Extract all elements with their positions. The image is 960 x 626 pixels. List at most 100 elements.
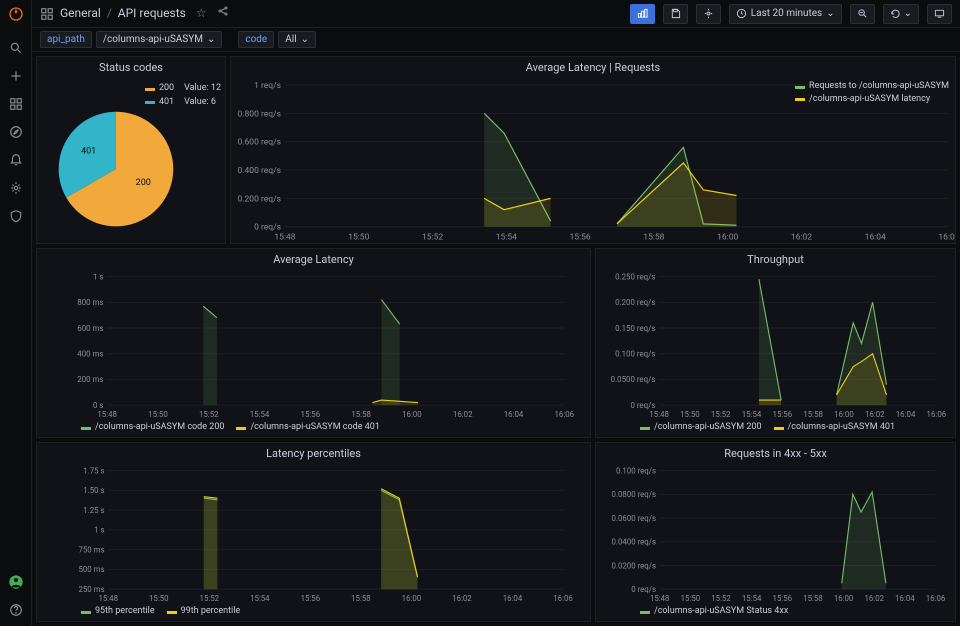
svg-text:0.0400 req/s: 0.0400 req/s (612, 538, 656, 547)
svg-text:200: 200 (136, 178, 151, 188)
dashboards-icon[interactable] (8, 96, 24, 112)
panel-title: Requests in 4xx - 5xx (596, 443, 955, 465)
page-title[interactable]: API requests (118, 6, 186, 22)
svg-text:250 ms: 250 ms (79, 585, 105, 594)
line-chart[interactable]: 0 s200 ms400 ms600 ms800 ms1 s15:4815:50… (37, 271, 590, 420)
panel-title: Average Latency (37, 249, 590, 271)
svg-text:15:52: 15:52 (422, 233, 443, 243)
svg-text:15:58: 15:58 (351, 595, 371, 604)
avatar[interactable] (8, 574, 24, 590)
legend: /columns-api-uSASYM Status 4xx (596, 604, 955, 621)
svg-text:0.100 req/s: 0.100 req/s (616, 467, 656, 476)
svg-text:15:56: 15:56 (301, 411, 321, 420)
svg-text:1 s: 1 s (94, 526, 104, 535)
svg-text:15:52: 15:52 (200, 595, 220, 604)
svg-text:0.600 req/s: 0.600 req/s (238, 138, 282, 148)
svg-text:1.75 s: 1.75 s (83, 467, 104, 476)
breadcrumb: General / API requests ☆ (40, 5, 229, 22)
tv-mode-button[interactable] (927, 4, 952, 24)
line-chart[interactable]: 0 req/s 0.0200 req/s 0.0400 req/s 0.0600 re… (596, 465, 955, 604)
svg-text:0.150 req/s: 0.150 req/s (615, 324, 655, 333)
svg-text:0.0200 req/s: 0.0200 req/s (612, 562, 656, 571)
svg-text:600 ms: 600 ms (77, 324, 103, 333)
svg-text:15:48: 15:48 (274, 233, 295, 243)
svg-text:15:56: 15:56 (773, 411, 793, 420)
svg-text:0 req/s: 0 req/s (631, 585, 656, 594)
svg-text:15:52: 15:52 (711, 411, 731, 420)
panel-title: Status codes (37, 57, 225, 79)
svg-text:1 s: 1 s (93, 273, 103, 282)
svg-text:0.200 req/s: 0.200 req/s (238, 195, 282, 205)
svg-text:15:50: 15:50 (348, 233, 369, 243)
legend: Requests to /columns-api-uSASYM/columns-… (795, 81, 949, 106)
svg-text:15:56: 15:56 (773, 595, 793, 604)
refresh-button[interactable]: ⌄ (883, 4, 919, 24)
svg-text:0.800 req/s: 0.800 req/s (238, 110, 282, 120)
svg-text:0.250 req/s: 0.250 req/s (615, 273, 655, 282)
plus-icon[interactable] (8, 68, 24, 84)
svg-text:16:06: 16:06 (555, 411, 575, 420)
svg-text:401: 401 (81, 147, 96, 157)
legend: 95th percentile99th percentile (37, 604, 590, 621)
legend: /columns-api-uSASYM code 200/columns-api… (37, 420, 590, 437)
time-range-label: Last 20 minutes (751, 7, 822, 20)
breadcrumb-sep: / (107, 6, 112, 22)
svg-text:16:00: 16:00 (402, 595, 422, 604)
svg-text:16:06: 16:06 (938, 233, 955, 243)
line-chart[interactable]: 250 ms500 ms750 ms1 s1.25 s1.50 s1.75 s1… (37, 465, 590, 604)
svg-text:16:00: 16:00 (834, 411, 854, 420)
legend: /columns-api-uSASYM 200/columns-api-uSAS… (596, 420, 955, 437)
svg-text:16:04: 16:04 (503, 595, 523, 604)
grafana-logo-icon[interactable] (8, 6, 24, 28)
dashboard-icon (40, 7, 54, 21)
zoom-out-button[interactable] (850, 4, 875, 24)
breadcrumb-folder[interactable]: General (60, 6, 101, 22)
shield-icon[interactable] (8, 208, 24, 224)
svg-text:16:00: 16:00 (717, 233, 738, 243)
settings-button[interactable] (696, 4, 721, 24)
share-icon[interactable] (217, 5, 229, 22)
svg-text:15:50: 15:50 (148, 411, 168, 420)
var-key-api-path: api_path (40, 31, 92, 48)
sidebar (0, 0, 32, 626)
line-chart[interactable]: 0 req/s0.0500 req/s0.100 req/s0.150 req/… (596, 271, 955, 420)
panel-avg-latency-requests: Average Latency | Requests 0 req/s0.200 … (230, 56, 956, 244)
svg-text:15:56: 15:56 (570, 233, 591, 243)
star-icon[interactable]: ☆ (196, 6, 207, 22)
panel-latency-percentiles: Latency percentiles 250 ms500 ms750 ms1 … (36, 442, 591, 622)
svg-text:15:58: 15:58 (803, 411, 823, 420)
svg-text:15:58: 15:58 (643, 233, 664, 243)
panel-status-codes: Status codes 200401 200Value: 12401Value… (36, 56, 226, 244)
svg-text:1 req/s: 1 req/s (254, 81, 281, 91)
svg-text:15:58: 15:58 (351, 411, 371, 420)
svg-text:0.0600 req/s: 0.0600 req/s (612, 514, 656, 523)
svg-text:16:04: 16:04 (504, 411, 524, 420)
panel-throughput: Throughput 0 req/s0.0500 req/s0.100 req/… (595, 248, 956, 438)
add-panel-button[interactable] (630, 4, 655, 24)
svg-text:16:02: 16:02 (865, 595, 885, 604)
svg-text:15:48: 15:48 (97, 411, 117, 420)
var-value-api-path[interactable]: /columns-api-uSASYM⌄ (96, 31, 223, 48)
svg-text:16:02: 16:02 (452, 595, 472, 604)
svg-text:16:02: 16:02 (453, 411, 473, 420)
help-icon[interactable] (8, 602, 24, 618)
svg-text:750 ms: 750 ms (79, 546, 105, 555)
explore-icon[interactable] (8, 124, 24, 140)
svg-text:0.400 req/s: 0.400 req/s (238, 166, 282, 176)
var-value-code[interactable]: All⌄ (278, 31, 316, 48)
alerting-icon[interactable] (8, 152, 24, 168)
svg-text:16:00: 16:00 (834, 595, 854, 604)
time-picker[interactable]: Last 20 minutes⌄ (729, 4, 842, 24)
chevron-down-icon: ⌄ (904, 7, 912, 20)
gear-icon[interactable] (8, 180, 24, 196)
svg-text:15:54: 15:54 (742, 411, 762, 420)
svg-text:16:00: 16:00 (402, 411, 422, 420)
svg-text:15:50: 15:50 (680, 411, 700, 420)
svg-text:16:06: 16:06 (927, 411, 947, 420)
search-icon[interactable] (8, 40, 24, 56)
chevron-down-icon: ⌄ (207, 33, 215, 46)
svg-text:1.25 s: 1.25 s (83, 506, 104, 515)
svg-text:0 req/s: 0 req/s (630, 401, 655, 410)
svg-text:15:54: 15:54 (250, 595, 270, 604)
save-button[interactable] (663, 4, 688, 24)
